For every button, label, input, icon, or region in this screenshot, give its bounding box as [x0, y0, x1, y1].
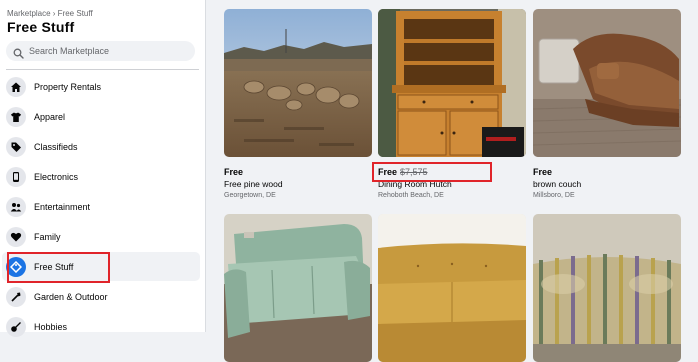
listing-price-current: Free — [378, 167, 398, 177]
breadcrumb[interactable]: Marketplace › Free Stuff — [7, 9, 93, 18]
heart-icon — [6, 226, 26, 247]
free-tag-icon — [6, 256, 26, 277]
sidebar-item-garden-outdoor[interactable]: Garden & Outdoor — [2, 282, 200, 311]
listing-location: Georgetown, DE — [224, 192, 276, 199]
search-input[interactable] — [29, 46, 179, 56]
listing-price: Free — [224, 167, 244, 177]
sidebar-item-label: Free Stuff — [34, 261, 74, 272]
sidebar-item-label: Hobbies — [34, 321, 68, 332]
listing-price: Free $7,575 — [378, 167, 428, 177]
sidebar-item-family[interactable]: Family — [2, 222, 200, 251]
search-bar[interactable] — [6, 41, 195, 61]
sidebar-item-electronics[interactable]: Electronics — [2, 162, 200, 191]
listing-price: Free — [533, 167, 553, 177]
sidebar-item-label: Electronics — [34, 171, 79, 182]
divider — [6, 69, 199, 70]
shirt-icon — [6, 106, 26, 127]
people-icon — [6, 196, 26, 217]
house-icon — [6, 76, 26, 97]
tag-icon — [6, 136, 26, 157]
sidebar-item-property-rentals[interactable]: Property Rentals — [2, 72, 200, 101]
listing-location: Millsboro, DE — [533, 192, 575, 199]
sidebar-item-label: Entertainment — [34, 201, 91, 212]
sidebar-item-label: Apparel — [34, 111, 66, 122]
listing-photo[interactable] — [533, 214, 681, 362]
listing-title: Dining Room Hutch — [378, 179, 452, 189]
listing-location: Rehoboth Beach, DE — [378, 192, 444, 199]
listing-photo[interactable] — [378, 9, 526, 157]
listing-original-price: $7,575 — [400, 167, 428, 177]
guitar-icon — [6, 316, 26, 337]
listing-photo[interactable] — [224, 214, 372, 362]
listing-photo[interactable] — [224, 9, 372, 157]
listing-title: Free pine wood — [224, 179, 283, 189]
sidebar-item-apparel[interactable]: Apparel — [2, 102, 200, 131]
sidebar-item-label: Classifieds — [34, 141, 78, 152]
phone-icon — [6, 166, 26, 187]
page-title: Free Stuff — [7, 19, 75, 35]
sidebar-item-entertainment[interactable]: Entertainment — [2, 192, 200, 221]
sidebar-item-free-stuff[interactable]: Free Stuff — [2, 252, 200, 281]
listing-title: brown couch — [533, 179, 582, 189]
sidebar-item-label: Garden & Outdoor — [34, 291, 108, 302]
search-icon — [13, 46, 24, 59]
sidebar-item-label: Property Rentals — [34, 81, 102, 92]
sidebar-item-classifieds[interactable]: Classifieds — [2, 132, 200, 161]
sidebar-item-hobbies[interactable]: Hobbies — [2, 312, 200, 341]
sidebar: Marketplace › Free Stuff Free Stuff Prop… — [0, 0, 206, 337]
listing-photo[interactable] — [533, 9, 681, 157]
garden-tools-icon — [6, 286, 26, 307]
sidebar-item-label: Family — [34, 231, 61, 242]
listing-photo[interactable] — [378, 214, 526, 362]
